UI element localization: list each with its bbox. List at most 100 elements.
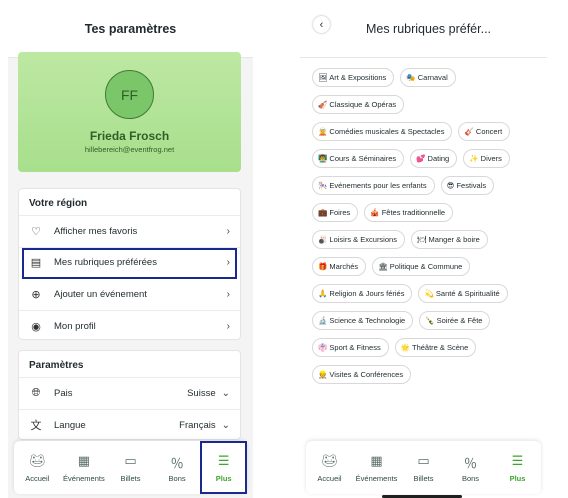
region-card-title: Votre région [19, 189, 240, 216]
category-chip[interactable]: 🎻 Classique & Opéras [312, 95, 405, 114]
bottom-tab-bar: 🐸︎ Accueil ▦ Événements ▭ Billets ％ Bons… [306, 441, 541, 494]
tab-accueil[interactable]: 🐸︎ Accueil [14, 441, 61, 494]
category-chip[interactable]: 👷 Visites & Conférences [312, 365, 412, 384]
tab-bons[interactable]: ％ Bons [154, 441, 201, 494]
country-label: Pais [54, 387, 73, 399]
tab-label: Plus [215, 473, 232, 483]
tab-label: Événements [63, 473, 105, 483]
category-chip[interactable]: 🏛 Politique & Commune [372, 257, 471, 276]
chip-row: 🙏 Religion & Jours fériés 💫 Santé & Spiri… [312, 284, 542, 303]
page-title: Tes paramètres [84, 21, 177, 36]
translate-icon: 文 [30, 420, 42, 433]
profile-name: Frieda Frosch [89, 129, 170, 143]
category-chip[interactable]: 👘 Sport & Fitness [312, 338, 389, 357]
chip-row: 🔬 Science & Technologie 🍾 Soirée & Fête [312, 311, 542, 330]
menu-icon: ☰ [217, 452, 230, 468]
chip-row: 💼 Foires 🎪 Fêtes traditionnelle [312, 203, 542, 222]
chip-row: 👘 Sport & Fitness 🌟 Théâtre & Scène [312, 338, 542, 357]
chip-row: 🎻 Classique & Opéras [312, 95, 542, 114]
category-chip[interactable]: 😎 Festivals [440, 176, 495, 195]
category-chip[interactable]: 💫 Santé & Spiritualité [418, 284, 508, 303]
user-circle-icon: ◉ [31, 320, 41, 333]
menu-icon: ☰ [511, 452, 524, 468]
chip-row: 🖼 Art & Expositions 🎭 Carnaval [312, 68, 542, 87]
page-title: Mes rubriques préfér... [365, 21, 492, 36]
category-chip[interactable]: 🎳 Loisirs & Excursions [312, 230, 405, 249]
category-chip-list: 🖼 Art & Expositions 🎭 Carnaval 🎻 Classique… [312, 68, 542, 392]
chip-row: 🎁 Marchés 🏛 Politique & Commune [312, 257, 542, 276]
calendar-icon: ▦ [77, 452, 91, 468]
voucher-icon: ％ [463, 455, 477, 471]
tab-label: Billets [120, 473, 141, 483]
category-chip[interactable]: 🎪 Fêtes traditionnelle [364, 203, 454, 222]
back-button[interactable]: ‹ [313, 16, 330, 33]
tab-plus[interactable]: ☰ Plus [200, 441, 247, 494]
chip-row: 🎠 Evénements pour les enfants 😎 Festivals [312, 176, 542, 195]
add-event-row[interactable]: ⊕ Ajouter un événement › [19, 279, 240, 311]
category-chip[interactable]: 🧝 Comédies musicales & Spectacles [312, 122, 453, 141]
chip-row: 🎳 Loisirs & Excursions 🍽 Manger & boire [312, 230, 542, 249]
avatar: FF [105, 70, 154, 119]
bottom-tab-bar: 🐸︎ Accueil ▦ Événements ▭ Billets ％ Bons… [14, 441, 247, 494]
category-chip[interactable]: 💕 Dating [410, 149, 458, 168]
chevron-right-icon: › [226, 288, 230, 300]
category-chip[interactable]: 🎁 Marchés [312, 257, 367, 276]
categories-icon: ▤ [30, 257, 42, 270]
add-event-label: Ajouter un événement [54, 288, 147, 300]
chevron-down-icon: ⌄ [221, 419, 230, 431]
settings-header: Tes paramètres [8, 0, 253, 58]
country-value: Suisse [187, 387, 216, 399]
favorite-categories-label: Mes rubriques préférées [54, 257, 157, 269]
favorite-categories-row[interactable]: ▤ Mes rubriques préférées › [22, 247, 237, 279]
plus-circle-icon: ⊕ [31, 288, 41, 301]
ticket-icon: ▭ [124, 452, 137, 468]
category-chip[interactable]: 🍽 Manger & boire [410, 230, 488, 249]
tab-label: Billets [413, 473, 434, 483]
language-select[interactable]: 文 Langue Français ⌄ [19, 410, 240, 442]
category-chip[interactable]: 🖼 Art & Expositions [312, 68, 395, 87]
category-chip[interactable]: 🌟 Théâtre & Scène [394, 338, 477, 357]
tab-label: Bons [461, 473, 480, 483]
tab-bons[interactable]: ％ Bons [447, 441, 494, 494]
tab-accueil[interactable]: 🐸︎ Accueil [306, 441, 353, 494]
category-chip[interactable]: 🔬 Science & Technologie [312, 311, 414, 330]
tab-label: Accueil [25, 473, 50, 483]
category-chip[interactable]: 🎭 Carnaval [400, 68, 456, 87]
voucher-icon: ％ [170, 455, 184, 471]
category-chip[interactable]: 🎠 Evénements pour les enfants [312, 176, 435, 195]
tab-label: Plus [509, 473, 526, 483]
region-card: Votre région ♡ Afficher mes favoris › ▤ … [18, 188, 241, 340]
tab-label: Événements [355, 473, 398, 483]
favorites-label: Afficher mes favoris [54, 225, 138, 237]
profile-card[interactable]: FF Frieda Frosch hillebereich@eventfrog.… [18, 52, 241, 172]
category-chip[interactable]: ✨ Divers [463, 149, 510, 168]
my-profile-label: Mon profil [54, 320, 96, 332]
tab-evenements[interactable]: ▦ Événements [353, 441, 400, 494]
calendar-icon: ▦ [370, 452, 383, 468]
category-chip[interactable]: 👨‍🏫 Cours & Séminaires [312, 149, 405, 168]
category-chip[interactable]: 🎸 Concert [458, 122, 511, 141]
tab-billets[interactable]: ▭ Billets [107, 441, 154, 494]
my-profile-row[interactable]: ◉ Mon profil › [19, 311, 240, 343]
chip-row: 🧝 Comédies musicales & Spectacles 🎸 Conce… [312, 122, 542, 141]
favorites-row[interactable]: ♡ Afficher mes favoris › [19, 216, 240, 248]
country-select[interactable]: 🌐︎ Pais Suisse ⌄ [19, 378, 240, 410]
chevron-left-icon: ‹ [319, 18, 324, 31]
chevron-right-icon: › [226, 225, 230, 237]
chip-row: 👨‍🏫 Cours & Séminaires 💕 Dating ✨ Divers [312, 149, 542, 168]
tab-plus[interactable]: ☰ Plus [494, 441, 541, 494]
heart-icon: ♡ [31, 225, 41, 238]
params-card-title: Paramètres [19, 351, 240, 378]
category-chip[interactable]: 🍾 Soirée & Fête [419, 311, 491, 330]
frog-icon: 🐸︎ [321, 452, 338, 468]
params-card: Paramètres 🌐︎ Pais Suisse ⌄ 文 Langue Fra… [18, 350, 241, 440]
chevron-down-icon: ⌄ [221, 387, 230, 399]
tab-billets[interactable]: ▭ Billets [400, 441, 447, 494]
tab-evenements[interactable]: ▦ Événements [61, 441, 108, 494]
profile-email: hillebereich@eventfrog.net [84, 145, 175, 154]
chevron-right-icon: › [226, 257, 230, 269]
globe-icon: 🌐︎ [31, 386, 41, 399]
category-chip[interactable]: 🙏 Religion & Jours fériés [312, 284, 413, 303]
categories-header: ‹ Mes rubriques préfér... [300, 0, 547, 58]
category-chip[interactable]: 💼 Foires [312, 203, 359, 222]
